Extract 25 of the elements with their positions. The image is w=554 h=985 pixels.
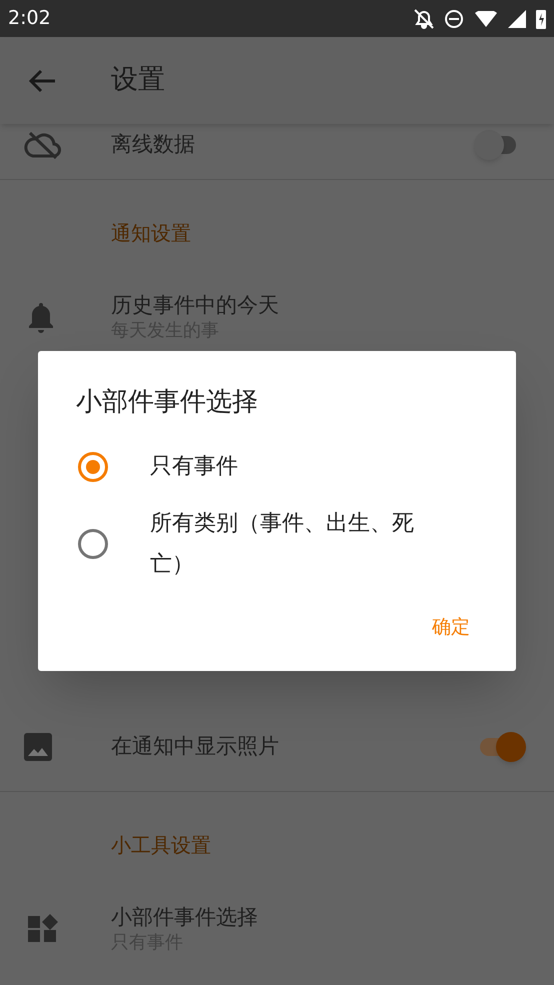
- battery-icon: [536, 8, 546, 28]
- setting-title: 历史事件中的今天: [111, 292, 279, 319]
- cloud-off-icon: [24, 130, 62, 158]
- widgets-icon: [28, 914, 58, 944]
- radio-icon: [78, 452, 108, 482]
- bell-icon: [28, 301, 54, 333]
- status-time: 2:02: [8, 6, 51, 32]
- do-not-disturb-icon: [444, 8, 464, 28]
- option-label: 只有事件: [150, 453, 239, 481]
- setting-title: 离线数据: [111, 130, 196, 158]
- radio-icon: [78, 529, 108, 559]
- radio-option[interactable]: 所有类别（事件、出生、死亡）: [38, 495, 516, 593]
- app-bar-title: 设置: [111, 63, 165, 98]
- signal-icon: [508, 10, 526, 28]
- section-header: 通知设置: [111, 221, 191, 245]
- option-label: 所有类别（事件、出生、死亡）: [150, 510, 415, 579]
- back-arrow-icon: [28, 68, 56, 92]
- section-header: 小工具设置: [111, 833, 211, 857]
- radio-option[interactable]: 只有事件: [38, 438, 516, 495]
- setting-title: 小部件事件选择: [111, 904, 258, 931]
- setting-title: 在通知中显示照片: [111, 732, 280, 760]
- notifications-off-icon: [412, 8, 434, 30]
- image-icon: [24, 732, 52, 760]
- wifi-icon: [474, 10, 498, 26]
- dialog-title: 小部件事件选择: [76, 386, 259, 419]
